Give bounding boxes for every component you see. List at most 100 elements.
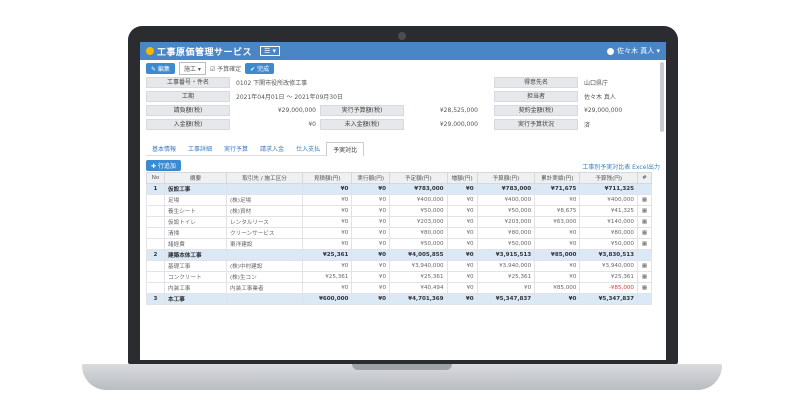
table-cell: ¥0 xyxy=(351,227,391,239)
menu-button[interactable]: ☰ ▾ xyxy=(260,46,281,56)
table-cell xyxy=(226,249,303,261)
table-cell: (株)足場 xyxy=(226,194,303,206)
table-cell xyxy=(146,205,165,217)
add-row-button[interactable]: ✚ 行追加 xyxy=(146,160,181,171)
table-cell: 内装工事業者 xyxy=(226,282,303,294)
table-cell: ¥0 xyxy=(534,260,581,272)
budget-checkbox[interactable]: ☑ 予算確定 xyxy=(210,64,241,73)
col-execution: 実行額(円) xyxy=(351,172,391,184)
table-group-row[interactable]: 1 仮設工事 ¥0 ¥0 ¥783,000 ¥0 ¥783,000 ¥71,675 ¥711,3… xyxy=(146,183,652,195)
row-action-icon[interactable]: ▦ xyxy=(637,238,652,250)
row-action-icon[interactable]: ▦ xyxy=(637,227,652,239)
info-value: 0102 下関市役所改修工事 xyxy=(236,79,308,87)
table-cell: ¥0 xyxy=(351,205,391,217)
tab-billing[interactable]: 請求入金 xyxy=(254,142,291,156)
tab-comparison[interactable]: 予実対比 xyxy=(326,142,365,156)
laptop-notch xyxy=(352,364,452,370)
table-cell: ¥0 xyxy=(351,282,391,294)
export-link[interactable]: 工事別予実対比表 Excel出力 xyxy=(582,162,660,171)
table-cell: -¥85,000 xyxy=(579,282,638,294)
user-icon xyxy=(607,47,615,55)
tab-basic-info[interactable]: 基本情報 xyxy=(146,142,183,156)
scrollbar[interactable] xyxy=(660,62,664,132)
table-cell: (株)中村建設 xyxy=(226,260,303,272)
complete-button[interactable]: ✔ 完成 xyxy=(245,62,275,74)
laptop-base xyxy=(82,364,722,390)
table-row[interactable]: 仮設トイレ レンタルリース ¥0 ¥0 ¥203,000 ¥0 ¥203,000 ¥63,00… xyxy=(146,216,652,228)
info-label: 工事番号・件名 xyxy=(146,76,230,88)
table-cell: ¥85,000 xyxy=(534,282,581,294)
col-remaining: 予算残(円) xyxy=(579,172,638,184)
edit-button[interactable]: ✎ 編集 xyxy=(146,62,175,74)
col-vendor: 取引先 / 施工区分 xyxy=(226,172,303,184)
table-cell: ¥0 xyxy=(301,282,353,294)
table-cell xyxy=(146,194,165,206)
row-action-icon[interactable] xyxy=(637,183,652,195)
table-row[interactable]: 養生シート (株)資材 ¥0 ¥0 ¥50,000 ¥0 ¥50,000 ¥8,675 ¥41,… xyxy=(146,205,652,217)
table-cell: ¥25,361 xyxy=(579,271,638,283)
table-cell: ¥50,000 xyxy=(579,238,638,250)
table-cell: ¥85,000 xyxy=(534,249,581,261)
table-cell: 清掃 xyxy=(164,227,227,239)
row-action-icon[interactable]: ▦ xyxy=(637,216,652,228)
table-cell: ¥0 xyxy=(351,271,391,283)
table-row[interactable]: 基礎工事 (株)中村建設 ¥0 ¥0 ¥3,940,000 ¥0 ¥3,940,000 ¥0 ¥… xyxy=(146,260,652,272)
tab-budget[interactable]: 実行予算 xyxy=(218,142,255,156)
table-cell: ¥0 xyxy=(301,216,353,228)
table-cell: ¥0 xyxy=(301,238,353,250)
table-group-row[interactable]: 3 本工事 ¥600,000 ¥0 ¥4,701,369 ¥0 ¥5,347,837 ¥0 ¥5… xyxy=(146,293,652,305)
table-cell: ¥0 xyxy=(446,260,478,272)
table-cell: ¥0 xyxy=(301,260,353,272)
col-action: # xyxy=(637,172,652,184)
row-action-icon[interactable]: ▦ xyxy=(637,260,652,272)
table-row[interactable]: 内装工事 内装工事業者 ¥0 ¥0 ¥40,494 ¥0 ¥0 ¥85,000 -¥85,000… xyxy=(146,282,652,294)
col-actual: 累計実績(円) xyxy=(534,172,581,184)
app-header: 工事原価管理サービス ☰ ▾ 佐々木 真人 ▾ xyxy=(140,42,666,60)
info-label: 得意先名 xyxy=(494,76,578,88)
table-cell: ¥0 xyxy=(446,227,478,239)
row-action-icon[interactable]: ▦ xyxy=(637,282,652,294)
table-cell: ¥25,361 xyxy=(301,271,353,283)
info-value: 済 xyxy=(584,121,591,129)
table-cell: ¥0 xyxy=(301,227,353,239)
table-cell: 東洋建設 xyxy=(226,238,303,250)
table-row[interactable]: 清掃 クリーンサービス ¥0 ¥0 ¥80,000 ¥0 ¥80,000 ¥0 ¥80,000 ▦ xyxy=(146,227,652,239)
table-cell xyxy=(146,271,165,283)
table-group-row[interactable]: 2 建築本体工事 ¥25,361 ¥0 ¥4,005,855 ¥0 ¥3,915,513 ¥8… xyxy=(146,249,652,261)
table-cell: 2 xyxy=(146,249,165,261)
table-cell: ¥0 xyxy=(534,227,581,239)
col-increase: 増額(円) xyxy=(446,172,478,184)
info-label: 請負額(税) xyxy=(146,104,230,116)
table-cell: ¥0 xyxy=(351,260,391,272)
info-label: 未入金額(税) xyxy=(320,118,404,130)
info-label: 実行予算額(税) xyxy=(320,104,404,116)
table-row[interactable]: コンクリート (株)生コン ¥25,361 ¥0 ¥25,361 ¥0 ¥25,361 ¥0 ¥… xyxy=(146,271,652,283)
row-action-icon[interactable]: ▦ xyxy=(637,271,652,283)
table-cell: ¥25,361 xyxy=(301,249,353,261)
user-menu[interactable]: 佐々木 真人 ▾ xyxy=(607,46,660,56)
table-row[interactable]: 足場 (株)足場 ¥0 ¥0 ¥400,000 ¥0 ¥400,000 ¥0 ¥400,000 ▦ xyxy=(146,194,652,206)
app-screen: 工事原価管理サービス ☰ ▾ 佐々木 真人 ▾ ✎ 編集 施工 ▾ ☑ 予算確定… xyxy=(140,42,666,360)
table-cell: ¥400,000 xyxy=(476,194,536,206)
table-cell: ¥3,915,513 xyxy=(476,249,536,261)
table-cell: ¥0 xyxy=(476,282,536,294)
row-action-icon[interactable]: ▦ xyxy=(637,205,652,217)
row-action-icon[interactable] xyxy=(637,249,652,261)
table-cell: ¥80,000 xyxy=(476,227,536,239)
table-cell: ¥3,830,513 xyxy=(579,249,638,261)
info-label: 実行予算状況 xyxy=(494,118,578,130)
table-cell: ¥140,000 xyxy=(579,216,638,228)
row-action-icon[interactable] xyxy=(637,293,652,305)
table-cell: ¥0 xyxy=(446,205,478,217)
tab-purchase[interactable]: 仕入支払 xyxy=(290,142,327,156)
table-cell: ¥8,675 xyxy=(534,205,581,217)
table-row[interactable]: 諸経費 東洋建設 ¥0 ¥0 ¥50,000 ¥0 ¥50,000 ¥0 ¥50,000 ▦ xyxy=(146,238,652,250)
tab-work-detail[interactable]: 工事詳細 xyxy=(182,142,219,156)
tab-bar: 基本情報 工事詳細 実行予算 請求入金 仕入支払 予実対比 xyxy=(146,142,365,156)
table-cell: ¥711,325 xyxy=(579,183,638,195)
table-cell: ¥63,000 xyxy=(534,216,581,228)
table-cell: ¥50,000 xyxy=(389,205,448,217)
status-select[interactable]: 施工 ▾ xyxy=(178,61,206,75)
info-label: 担当者 xyxy=(494,90,578,102)
row-action-icon[interactable]: ▦ xyxy=(637,194,652,206)
